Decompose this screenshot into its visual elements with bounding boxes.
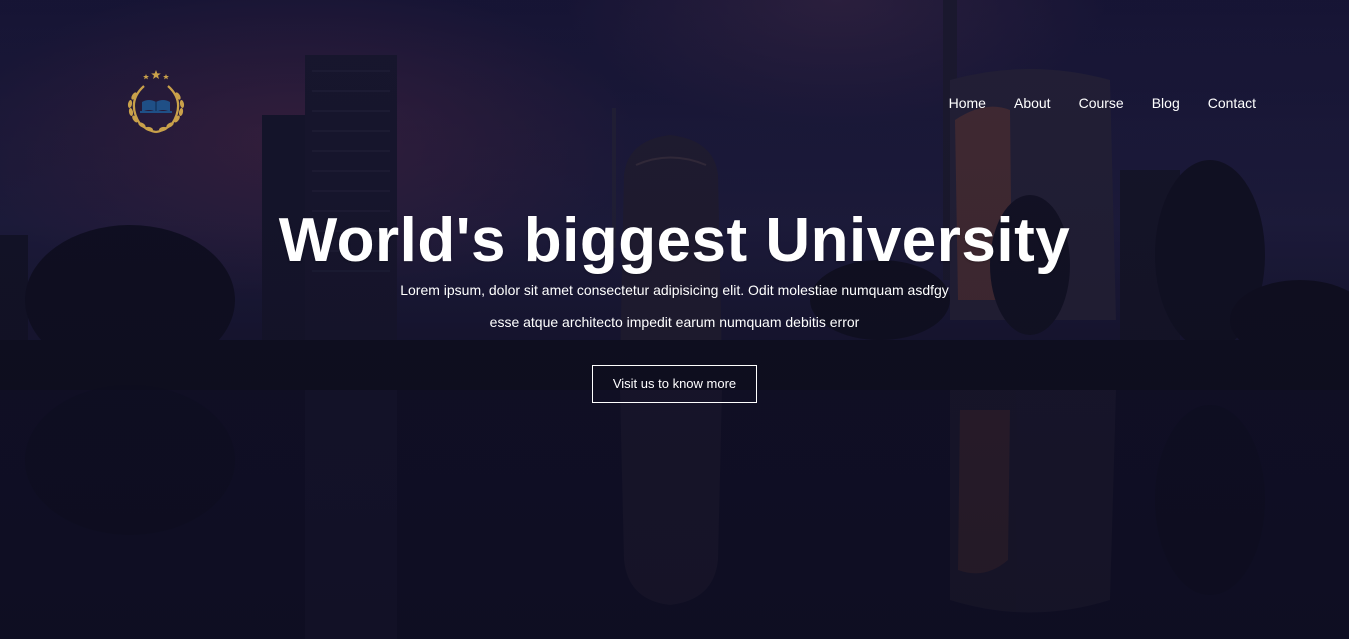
nav-item-blog: Blog [1152, 94, 1180, 112]
hero-subtitle-line-1: Lorem ipsum, dolor sit amet consectetur … [400, 282, 949, 298]
nav-link-contact[interactable]: Contact [1208, 94, 1256, 112]
nav-link-home[interactable]: Home [949, 94, 986, 112]
hero-section: Home About Course Blog Contact World's b… [0, 0, 1349, 639]
nav-item-home: Home [949, 94, 986, 112]
laurel-wreath-book-icon [127, 70, 185, 134]
hero-subtitle-line-2: esse atque architecto impedit earum numq… [489, 314, 860, 330]
nav-link-blog[interactable]: Blog [1152, 94, 1180, 112]
logo[interactable] [120, 68, 192, 136]
nav-item-contact: Contact [1208, 94, 1256, 112]
nav-link-course[interactable]: Course [1079, 94, 1124, 112]
hero-title: World's biggest University [278, 206, 1071, 275]
nav-item-about: About [1014, 94, 1051, 112]
top-navigation: Home About Course Blog Contact [0, 0, 1349, 140]
hero-subtitle: Lorem ipsum, dolor sit amet consectetur … [395, 274, 955, 338]
visit-us-button[interactable]: Visit us to know more [591, 365, 758, 403]
nav-link-about[interactable]: About [1014, 94, 1051, 112]
hero-content: World's biggest University Lorem ipsum, … [0, 200, 1349, 403]
nav-item-course: Course [1079, 94, 1124, 112]
nav-menu: Home About Course Blog Contact [921, 94, 1256, 112]
